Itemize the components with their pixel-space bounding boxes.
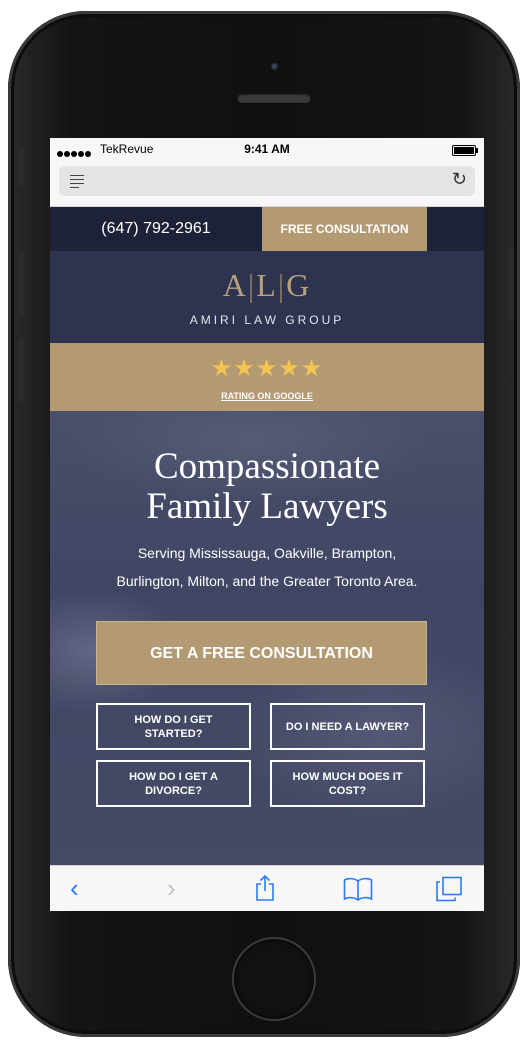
status-bar: TekRevue 9:41 AM [50,138,484,160]
hero-section: Compassionate Family Lawyers Serving Mis… [50,411,484,865]
reader-view-icon[interactable] [70,175,84,191]
battery-icon [452,145,478,156]
reload-icon[interactable]: ↻ [452,169,467,190]
hero-title: Compassionate Family Lawyers [50,447,484,527]
site-logo[interactable]: A|L|G [50,267,484,304]
hero-subtitle-line: Serving Mississauga, Oakville, Brampton, [137,545,397,561]
volume-down-button[interactable] [18,338,24,402]
get-free-consultation-button[interactable]: GET A FREE CONSULTATION [96,621,427,685]
forward-chevron-icon[interactable]: › [167,874,176,902]
logo-letter-a: A [222,267,248,303]
firm-name: AMIRI LAW GROUP [189,313,345,327]
back-chevron-icon[interactable]: ‹ [70,874,79,902]
how-do-i-get-a-divorce-button[interactable]: HOW DO I GET A DIVORCE? [96,760,251,807]
hero-subtitle-line: Burlington, Milton, and the Greater Toro… [116,573,418,589]
share-icon[interactable] [255,875,275,901]
site-topbar: (647) 792-2961 FREE CONSULTATION [50,207,484,251]
bookmarks-icon[interactable] [343,877,373,901]
front-camera [271,63,279,71]
home-button[interactable] [234,939,314,1019]
how-much-does-it-cost-button[interactable]: HOW MUCH DOES IT COST? [270,760,425,807]
tabs-icon[interactable] [435,876,463,902]
logo-divider: | [247,267,257,303]
logo-divider: | [277,267,287,303]
volume-up-button[interactable] [18,252,24,316]
free-consultation-button[interactable]: FREE CONSULTATION [262,207,427,251]
phone-screen: TekRevue 9:41 AM ↻ (647) 792-2961 FREE C… [50,138,484,911]
power-button[interactable] [508,248,514,322]
rating-band: ★★★★★ RATING ON GOOGLE [50,343,484,411]
logo-letter-l: L [256,267,278,303]
address-bar[interactable]: ↻ [59,166,475,196]
status-time: 9:41 AM [244,142,290,156]
safari-toolbar: ‹ › [50,865,484,911]
phone-number-link[interactable]: (647) 792-2961 [50,207,262,251]
do-i-need-a-lawyer-button[interactable]: DO I NEED A LAWYER? [270,703,425,750]
hero-title-line: Compassionate [153,446,381,487]
hero-title-line: Family Lawyers [146,486,388,527]
earpiece-speaker [237,93,311,103]
star-rating-icon: ★★★★★ [210,355,324,382]
logo-letter-g: G [286,267,312,303]
hero-subtitle: Serving Mississauga, Oakville, Brampton,… [70,539,464,595]
how-do-i-get-started-button[interactable]: HOW DO I GET STARTED? [96,703,251,750]
google-rating-link[interactable]: RATING ON GOOGLE [50,391,484,401]
mute-switch[interactable] [18,148,24,186]
browser-address-area: ↻ [50,160,484,207]
site-header: A|L|G AMIRI LAW GROUP [50,251,484,343]
